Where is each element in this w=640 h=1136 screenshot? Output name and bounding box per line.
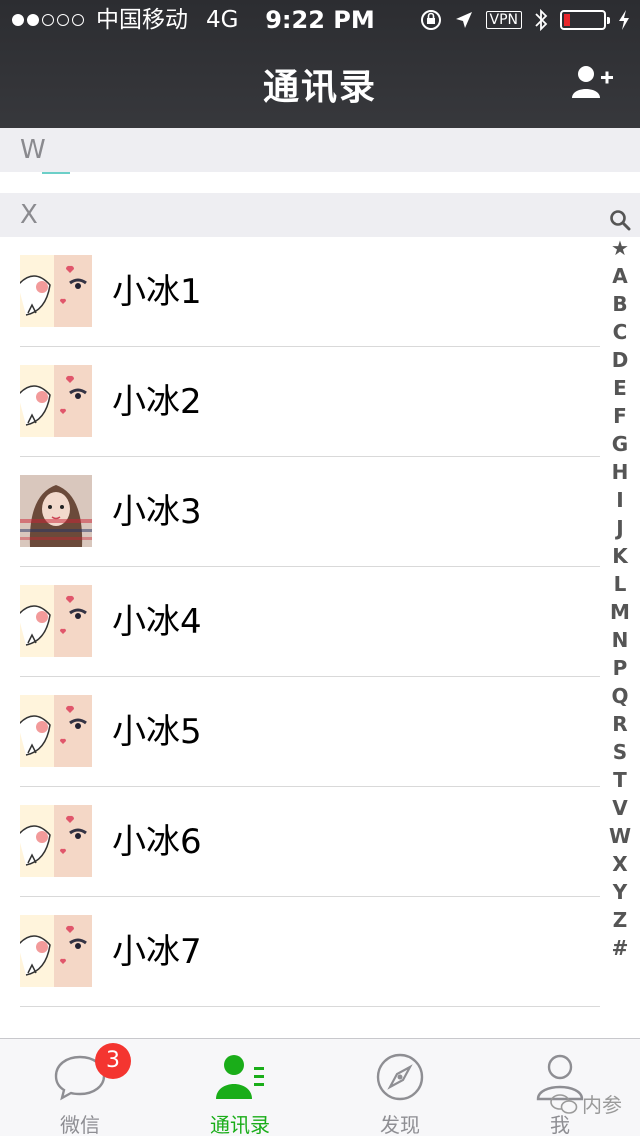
- index-letter[interactable]: G: [604, 430, 636, 458]
- index-letter[interactable]: B: [604, 290, 636, 318]
- index-letter[interactable]: M: [604, 598, 636, 626]
- contact-name: 小冰7: [112, 932, 202, 972]
- tab-label: 通讯录: [210, 1113, 270, 1136]
- index-letter[interactable]: Q: [604, 682, 636, 710]
- alphabet-index-bar[interactable]: ★ A B C D E F G H I J K L M N P Q R S T …: [604, 206, 636, 962]
- index-letter[interactable]: T: [604, 766, 636, 794]
- bluetooth-icon: [535, 8, 548, 32]
- contact-row[interactable]: 小冰6: [0, 787, 600, 897]
- index-letter[interactable]: K: [604, 542, 636, 570]
- status-bar: 中国移动 4G 9:22 PM VPN: [0, 0, 640, 40]
- contact-row[interactable]: 小冰3: [0, 457, 600, 567]
- contact-avatar: [20, 915, 92, 987]
- tab-bar: 3 微信 通讯录 发现 我 内参: [0, 1038, 640, 1136]
- contact-avatar: [20, 475, 92, 547]
- watermark: 内参: [550, 1089, 622, 1118]
- contact-avatar: [20, 805, 92, 877]
- contact-row[interactable]: 小冰1: [0, 237, 600, 347]
- index-letter[interactable]: F: [604, 402, 636, 430]
- index-letter[interactable]: I: [604, 486, 636, 514]
- contact-name: 小冰3: [112, 492, 202, 532]
- index-letter[interactable]: X: [604, 850, 636, 878]
- section-letter: W: [20, 135, 46, 165]
- contact-name: 小冰2: [112, 382, 202, 422]
- index-letter[interactable]: V: [604, 794, 636, 822]
- charging-bolt-icon: [619, 10, 629, 30]
- compass-icon: [376, 1053, 424, 1101]
- unread-badge: 3: [95, 1043, 131, 1079]
- section-header-w: W: [0, 128, 640, 172]
- index-letter[interactable]: H: [604, 458, 636, 486]
- battery-icon: [560, 10, 610, 30]
- tab-label: 微信: [60, 1113, 100, 1136]
- section-letter: X: [20, 200, 38, 230]
- top-bar: 中国移动 4G 9:22 PM VPN 通讯录: [0, 0, 640, 128]
- index-letter[interactable]: P: [604, 654, 636, 682]
- location-arrow-icon: [455, 12, 472, 28]
- contact-avatar: [20, 585, 92, 657]
- contact-name: 小冰4: [112, 602, 202, 642]
- page-title: 通讯录: [262, 67, 377, 108]
- rotation-lock-icon: [420, 10, 441, 30]
- contact-name: 小冰1: [112, 272, 202, 312]
- tab-label: 发现: [380, 1113, 420, 1136]
- contact-row[interactable]: 小冰2: [0, 347, 600, 457]
- section-header-x: X: [0, 193, 640, 237]
- index-letter[interactable]: Y: [604, 878, 636, 906]
- contact-row[interactable]: 小冰5: [0, 677, 600, 787]
- index-letter[interactable]: E: [604, 374, 636, 402]
- contact-row[interactable]: 小冰4: [0, 567, 600, 677]
- watermark-text: 内参: [582, 1093, 622, 1117]
- index-letter[interactable]: D: [604, 346, 636, 374]
- index-search-icon[interactable]: [609, 206, 631, 234]
- tab-discover[interactable]: 发现: [320, 1039, 480, 1136]
- status-right: VPN: [420, 0, 631, 40]
- index-letter[interactable]: C: [604, 318, 636, 346]
- contact-avatar: [20, 365, 92, 437]
- contact-avatar: [20, 695, 92, 767]
- index-letter[interactable]: W: [604, 822, 636, 850]
- contact-name: 小冰6: [112, 822, 202, 862]
- contact-avatar: [20, 255, 92, 327]
- index-letter[interactable]: R: [604, 710, 636, 738]
- tab-contacts[interactable]: 通讯录: [160, 1039, 320, 1136]
- index-letter[interactable]: Z: [604, 906, 636, 934]
- index-letter[interactable]: ★: [604, 234, 636, 262]
- index-letter[interactable]: S: [604, 738, 636, 766]
- wechat-logo-icon: [550, 1093, 578, 1114]
- index-letter[interactable]: A: [604, 262, 636, 290]
- index-letter[interactable]: #: [604, 934, 636, 962]
- vpn-indicator: VPN: [485, 11, 522, 29]
- index-letter[interactable]: N: [604, 626, 636, 654]
- tab-chats[interactable]: 3 微信: [0, 1039, 160, 1136]
- divider: [20, 1006, 600, 1007]
- contact-name: 小冰5: [112, 712, 202, 752]
- contact-row[interactable]: 小冰7: [0, 897, 600, 1007]
- add-contact-icon[interactable]: [570, 64, 614, 100]
- index-letter[interactable]: J: [604, 514, 636, 542]
- contacts-icon: [216, 1055, 264, 1099]
- list-item-partial: [0, 172, 640, 193]
- tab-me[interactable]: 我 内参: [480, 1039, 640, 1136]
- index-letter[interactable]: L: [604, 570, 636, 598]
